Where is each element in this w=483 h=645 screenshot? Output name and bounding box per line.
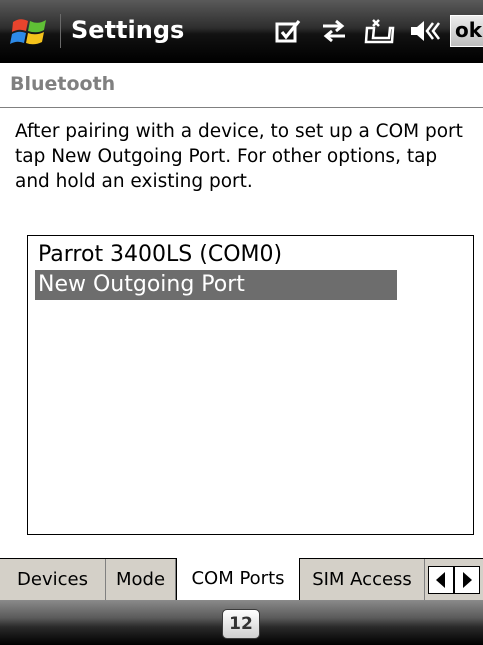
list-item-new-outgoing-port[interactable]: New Outgoing Port bbox=[35, 270, 397, 300]
connectivity-icon[interactable] bbox=[319, 18, 349, 44]
list-item-parrot-com0[interactable]: Parrot 3400LS (COM0) bbox=[35, 240, 397, 270]
header-divider bbox=[0, 107, 483, 108]
keyboard-button[interactable]: 12 bbox=[222, 609, 260, 639]
phone-signal-icon[interactable] bbox=[363, 18, 395, 44]
speaker-volume-icon[interactable] bbox=[408, 18, 442, 44]
instructions-text: After pairing with a device, to set up a… bbox=[15, 121, 463, 192]
tab-sim-access[interactable]: SIM Access bbox=[300, 559, 425, 600]
title-bar: Settings ok bbox=[0, 0, 483, 63]
arrow-right-icon[interactable] bbox=[454, 566, 480, 594]
title-text: Settings bbox=[71, 16, 185, 44]
tab-com-ports[interactable]: COM Ports bbox=[176, 558, 300, 600]
app-header: Bluetooth bbox=[0, 63, 483, 108]
com-port-list[interactable]: Parrot 3400LS (COM0) New Outgoing Port bbox=[27, 235, 474, 535]
title-separator bbox=[60, 14, 61, 48]
tab-devices[interactable]: Devices bbox=[0, 559, 106, 600]
page-title: Bluetooth bbox=[10, 73, 116, 95]
checkbox-icon[interactable] bbox=[275, 18, 301, 44]
arrow-left-icon[interactable] bbox=[428, 566, 454, 594]
tab-mode[interactable]: Mode bbox=[106, 559, 176, 600]
windows-start-icon[interactable] bbox=[8, 14, 52, 52]
ok-button[interactable]: ok bbox=[450, 15, 483, 47]
